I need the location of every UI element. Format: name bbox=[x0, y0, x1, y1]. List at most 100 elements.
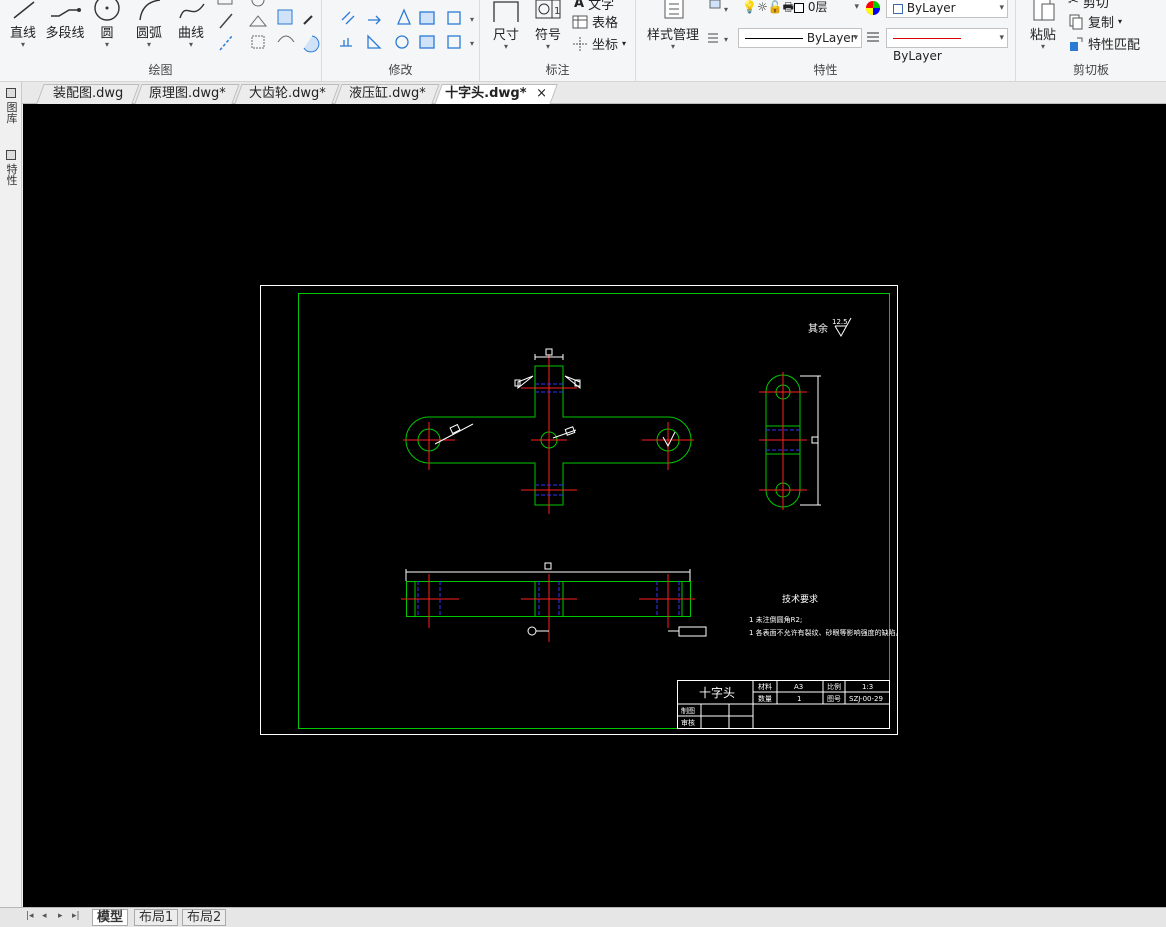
side-view bbox=[759, 372, 821, 510]
tab-hydraulic-cylinder[interactable]: 液压缸.dwg* bbox=[334, 84, 440, 104]
side-dim-text bbox=[811, 436, 819, 444]
chevron-down-icon[interactable]: ▾ bbox=[854, 0, 859, 16]
drawing-canvas[interactable]: 其余 12.5 技术要求 1 未注倒圆角R2; 1 各表面不允许有裂纹、砂眼等影… bbox=[23, 104, 1166, 907]
curve-label: 曲线 bbox=[177, 26, 204, 41]
tab-model[interactable]: 模型 bbox=[92, 909, 129, 926]
circle-label: 圆 bbox=[100, 26, 114, 41]
modify-panel-title: 修改 bbox=[388, 63, 413, 77]
label-drawing-no: 图号 bbox=[827, 695, 841, 703]
chevron-down-icon[interactable]: ▾ bbox=[1118, 17, 1122, 26]
sun-icon: ☼ bbox=[756, 0, 768, 14]
svg-text:▾: ▾ bbox=[470, 15, 474, 24]
copy-tool[interactable]: 复制 ▾ bbox=[1068, 12, 1122, 31]
lineweight-combo[interactable]: ByLayer ▾ bbox=[886, 28, 1008, 63]
chevron-down-icon[interactable]: ▾ bbox=[622, 39, 626, 48]
polyline-icon bbox=[51, 8, 81, 17]
library-icon bbox=[6, 88, 16, 98]
tab-schematic[interactable]: 原理图.dwg* bbox=[134, 84, 240, 104]
arc-tool[interactable]: 圆弧 ▾ bbox=[130, 0, 168, 49]
properties-panel: 样式管理 ▾ ▾ ▾ 💡☼🔓🖶 0层 ▾ ByLayer ▾ ByLayer ▾ bbox=[636, 0, 1016, 81]
polyline-tool[interactable]: 多段线 bbox=[42, 0, 88, 41]
symbol-tool[interactable]: 1 符号 ▾ bbox=[530, 0, 566, 51]
tab-label: 原理图.dwg* bbox=[148, 86, 226, 101]
color-swatch bbox=[794, 2, 804, 13]
linetype-combo[interactable]: ByLayer ▾ bbox=[738, 28, 862, 48]
file-tabs: 装配图.dwg 原理图.dwg* 大齿轮.dwg* 液压缸.dwg* 十字头.d… bbox=[0, 82, 1166, 105]
chevron-down-icon[interactable]: ▾ bbox=[130, 41, 168, 49]
tab-crosshead[interactable]: 十字头.dwg* × bbox=[434, 84, 558, 105]
arc-icon bbox=[139, 0, 161, 21]
paste-tool[interactable]: 粘贴 ▾ bbox=[1026, 0, 1060, 51]
drawing-svg[interactable]: 其余 12.5 技术要求 1 未注倒圆角R2; 1 各表面不允许有裂纹、砂眼等影… bbox=[23, 104, 1166, 907]
style-manager-label: 样式管理 bbox=[646, 28, 699, 43]
label-drawn: 制图 bbox=[681, 706, 695, 715]
tab-layout2[interactable]: 布局2 bbox=[182, 909, 227, 926]
svg-text:▾: ▾ bbox=[470, 39, 474, 48]
properties-label: 特性 bbox=[5, 163, 18, 186]
style-manager-tool[interactable]: 样式管理 ▾ bbox=[640, 0, 706, 51]
text-icon: A bbox=[574, 0, 585, 11]
circle-icon bbox=[94, 0, 120, 21]
dimension-icon bbox=[493, 1, 519, 22]
chevron-down-icon[interactable]: ▾ bbox=[853, 29, 858, 47]
color-combo[interactable]: ByLayer ▾ bbox=[886, 0, 1008, 18]
draw-small-tools[interactable] bbox=[212, 0, 322, 56]
chevron-down-icon[interactable]: ▾ bbox=[530, 43, 566, 51]
chevron-down-icon[interactable]: ▾ bbox=[488, 43, 524, 51]
line-tool[interactable]: 直线 ▾ bbox=[6, 0, 40, 49]
paper-outer-frame bbox=[260, 285, 898, 735]
coordinate-tool[interactable]: 坐标 ▾ bbox=[572, 34, 626, 53]
lineweight-preview bbox=[893, 38, 961, 39]
dimension-tool[interactable]: 尺寸 ▾ bbox=[488, 0, 524, 51]
cut-label: 剪切 bbox=[1082, 0, 1109, 11]
match-properties-tool[interactable]: 特性匹配 bbox=[1068, 34, 1140, 53]
layer-value: 0层 bbox=[807, 0, 828, 14]
modify-panel: ▾ ▾ 修改 bbox=[322, 0, 480, 81]
chevron-down-icon[interactable]: ▾ bbox=[1026, 43, 1060, 51]
tech-line-2: 1 各表面不允许有裂纹、砂眼等影响强度的缺陷。 bbox=[749, 628, 903, 637]
chevron-down-icon[interactable]: ▾ bbox=[6, 41, 40, 49]
surface-note: 其余 bbox=[808, 322, 828, 335]
last-layout-icon[interactable]: ▸| bbox=[72, 911, 80, 921]
tab-assembly[interactable]: 装配图.dwg bbox=[36, 84, 140, 104]
cut-tool[interactable]: ✂ 剪切 bbox=[1068, 0, 1109, 11]
chevron-down-icon[interactable]: ▾ bbox=[172, 41, 210, 49]
first-layout-icon[interactable]: |◂ bbox=[26, 911, 34, 921]
chevron-down-icon[interactable]: ▾ bbox=[999, 0, 1004, 17]
sidebar-tab-properties[interactable]: 特性 bbox=[3, 150, 19, 186]
value-qty: 1 bbox=[797, 695, 801, 703]
chevron-down-icon[interactable]: ▾ bbox=[90, 41, 124, 49]
tech-title: 技术要求 bbox=[782, 593, 818, 605]
linetype-value: ByLayer bbox=[806, 31, 856, 45]
color-swatch-white bbox=[893, 3, 903, 14]
draw-panel: 直线 ▾ 多段线 圆 ▾ 圆弧 ▾ 曲线 ▾ 绘图 bbox=[0, 0, 322, 81]
circle-tool[interactable]: 圆 ▾ bbox=[90, 0, 124, 49]
tab-label: 大齿轮.dwg* bbox=[248, 86, 326, 101]
front-view bbox=[403, 348, 694, 514]
layer-combo[interactable]: 💡☼🔓🖶 0层 ▾ bbox=[738, 0, 862, 18]
layer-states-icons[interactable]: ▾ ▾ bbox=[706, 0, 736, 48]
next-layout-icon[interactable]: ▸ bbox=[58, 911, 63, 921]
tolerance-frame bbox=[678, 626, 707, 637]
tab-big-gear[interactable]: 大齿轮.dwg* bbox=[234, 84, 340, 104]
tab-layout2-label: 布局2 bbox=[187, 910, 222, 925]
close-icon[interactable]: × bbox=[537, 85, 548, 103]
sidebar-tab-library[interactable]: 图库 bbox=[3, 88, 19, 124]
symbol-label: 符号 bbox=[534, 28, 561, 43]
svg-text:▾: ▾ bbox=[724, 35, 728, 44]
coordinate-label: 坐标 bbox=[592, 38, 619, 53]
color-wheel-icon[interactable] bbox=[864, 0, 882, 18]
dimension-label: 尺寸 bbox=[492, 28, 519, 43]
chevron-down-icon[interactable]: ▾ bbox=[640, 43, 706, 51]
table-tool[interactable]: 表格 bbox=[572, 12, 618, 31]
prev-layout-icon[interactable]: ◂ bbox=[42, 911, 47, 921]
curve-tool[interactable]: 曲线 ▾ bbox=[172, 0, 210, 49]
polyline-label: 多段线 bbox=[45, 26, 85, 41]
left-leader bbox=[434, 423, 474, 445]
chevron-down-icon[interactable]: ▾ bbox=[999, 29, 1004, 47]
modify-tools[interactable]: ▾ ▾ bbox=[332, 0, 480, 56]
tab-layout1[interactable]: 布局1 bbox=[134, 909, 179, 926]
lightbulb-icon: 💡 bbox=[742, 0, 757, 14]
annotate-panel: 尺寸 ▾ 1 符号 ▾ A 文字 表格 坐标 ▾ 标注 bbox=[480, 0, 636, 81]
value-material: A3 bbox=[794, 683, 803, 691]
